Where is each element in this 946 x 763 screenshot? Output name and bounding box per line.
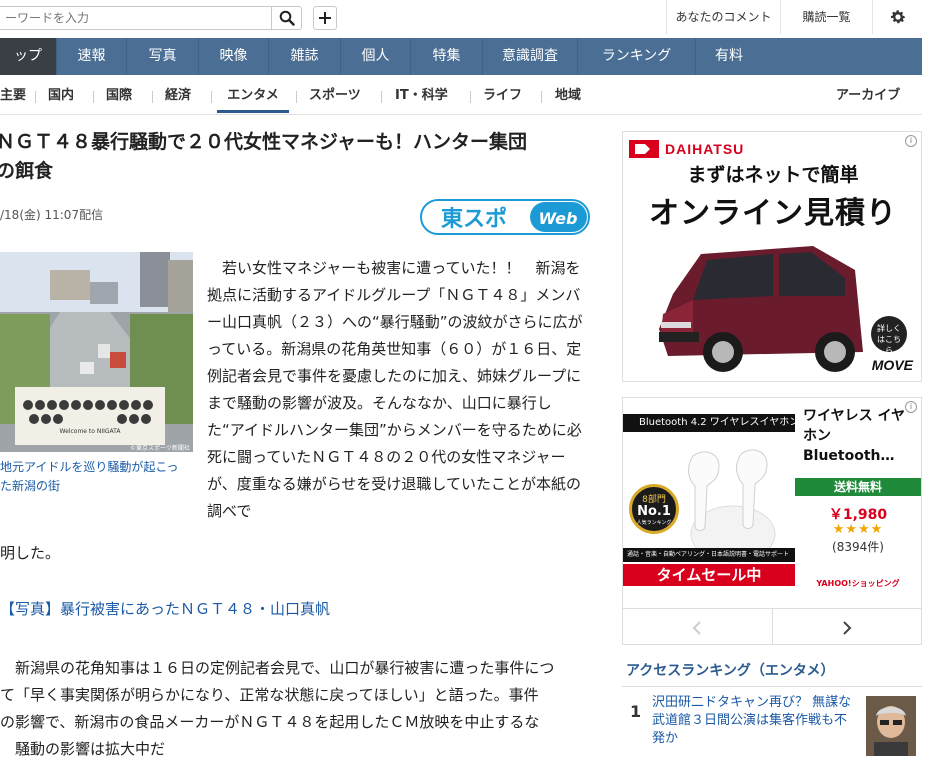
tab-sports[interactable]: スポーツ xyxy=(309,85,361,107)
model-logo: MOVE xyxy=(871,357,913,373)
tab-life[interactable]: ライフ xyxy=(483,85,522,107)
subscription-list-link[interactable]: 購読一覧 xyxy=(780,0,872,34)
separator xyxy=(93,91,94,103)
article-paragraph: 新潟県の花角知事は１６日の定例記者会見で、山口が暴行被害に遭った事件につ て「早… xyxy=(0,655,585,763)
access-ranking-title[interactable]: アクセスランキング（エンタメ） xyxy=(626,660,834,680)
gnav-item-photo[interactable]: 写真 xyxy=(127,38,199,75)
rating-stars: ★★★★ xyxy=(832,522,884,537)
photo-caption[interactable]: 地元アイドルを巡り騒動が起こった新潟の街 xyxy=(0,458,185,496)
paragraph-line: 騒動の影響は拡大中だ xyxy=(0,740,166,758)
svg-text:東スポ: 東スポ xyxy=(441,206,507,232)
tospo-web-logo: 東スポ Web xyxy=(420,199,590,235)
carousel-controls xyxy=(623,608,921,644)
ad-headline-1: まずはネットで簡単 xyxy=(687,164,859,186)
photo-credit: ©東京スポーツ新聞社 xyxy=(130,444,190,452)
publish-date: /18(金) 11:07配信 xyxy=(0,208,104,222)
search-input[interactable] xyxy=(0,6,272,30)
global-nav: ップ 速報 写真 映像 雑誌 個人 特集 意識調査 ランキング 有料 xyxy=(0,38,922,75)
article-photo[interactable]: Welcome to NIIGATA ©東京スポーツ新聞社 xyxy=(0,252,193,452)
gear-icon xyxy=(890,10,906,24)
separator xyxy=(296,91,297,103)
gnav-item-ranking[interactable]: ランキング xyxy=(578,38,696,75)
gnav-item-news[interactable]: 速報 xyxy=(57,38,127,75)
gnav-item-feature[interactable]: 特集 xyxy=(411,38,483,75)
ad-headline-2: オンライン見積り xyxy=(649,196,897,231)
article-title: ＮＧＴ４８暴行騒動で２０代女性マネジャーも！ハンター集団 の餌食 xyxy=(0,128,596,186)
tab-entertainment[interactable]: エンタメ xyxy=(217,85,289,113)
carousel-prev-button[interactable] xyxy=(623,609,773,644)
separator xyxy=(152,91,153,103)
separator xyxy=(211,91,212,103)
tab-it-science[interactable]: IT・科学 xyxy=(395,85,448,107)
gnav-item-top[interactable]: ップ xyxy=(0,38,57,75)
svg-text:Web: Web xyxy=(539,209,578,228)
ad-info-icon[interactable]: i xyxy=(905,135,917,147)
archive-link[interactable]: アーカイブ xyxy=(836,85,900,107)
headline-line: 武道館３日間公演は集客作戦も不 xyxy=(652,713,848,728)
rank-number: 1 xyxy=(630,702,642,721)
banner-top: Bluetooth 4.2 ワイヤレスイヤホン xyxy=(623,414,795,432)
brand-name: DAIHATSU xyxy=(665,141,745,157)
gnav-item-video[interactable]: 映像 xyxy=(199,38,269,75)
gnav-item-magazine[interactable]: 雑誌 xyxy=(269,38,341,75)
tab-economy[interactable]: 経済 xyxy=(165,85,191,107)
add-button[interactable] xyxy=(313,6,337,30)
chevron-left-icon xyxy=(692,621,701,635)
daihatsu-ad[interactable]: i DAIHATSU まずはネットで簡単 オンライン見積り 詳しくはこちら MO… xyxy=(622,131,922,382)
headline-line: 沢田研二ドタキャン再び？ 無謀な xyxy=(652,695,852,710)
product-image: Bluetooth 4.2 ワイヤレスイヤホン 8部門 No.1 人気ランキング… xyxy=(623,414,795,586)
title-line-2: の餌食 xyxy=(0,160,54,182)
plus-icon xyxy=(319,12,331,24)
settings-button[interactable] xyxy=(872,0,922,34)
earphone-ad[interactable]: i Bluetooth 4.2 ワイヤレスイヤホン 8部門 No.1 人気ランキ… xyxy=(622,397,922,645)
paragraph-line: の影響で、新潟市の食品メーカーがＮＧＴ４８を起用したＣＭ放映を中止するな xyxy=(0,713,540,731)
daihatsu-logo: DAIHATSU xyxy=(629,139,744,159)
article-lead-tail: 明した。 xyxy=(0,544,61,562)
tab-local[interactable]: 地域 xyxy=(555,85,581,107)
tab-domestic[interactable]: 国内 xyxy=(48,85,74,107)
separator xyxy=(381,91,382,103)
paragraph-line: て「早く事実関係が明らかになり、正常な状態に戻ってほしい」と語った。事件 xyxy=(0,686,539,704)
gnav-item-individual[interactable]: 個人 xyxy=(341,38,411,75)
photo-sign-text: Welcome to NIIGATA xyxy=(60,428,122,435)
rank-badge-main: No.1 xyxy=(637,504,671,519)
top-bar: あなたのコメント 購読一覧 xyxy=(0,0,946,38)
niigata-street-photo: Welcome to NIIGATA ©東京スポーツ新聞社 xyxy=(0,252,193,452)
rank-badge: 8部門 No.1 人気ランキング xyxy=(629,484,679,534)
tab-international[interactable]: 国際 xyxy=(106,85,132,107)
product-title[interactable]: ワイヤレス イヤホン Bluetooth… xyxy=(803,406,915,466)
separator xyxy=(470,91,471,103)
detail-badge[interactable]: 詳しくはこちら xyxy=(871,316,907,355)
daihatsu-mark-icon xyxy=(629,140,659,158)
tab-major[interactable]: 主要 xyxy=(0,85,26,107)
photo-gallery-link[interactable]: 【写真】暴行被害にあったＮＧＴ４８・山口真帆 xyxy=(0,598,330,619)
separator xyxy=(541,91,542,103)
shipping-badge: 送料無料 xyxy=(795,478,921,496)
article-lead: 若い女性マネジャーも被害に遭っていた！！ 新潟を拠点に活動するアイドルグループ「… xyxy=(207,259,583,520)
price: ￥1,980 xyxy=(828,507,888,523)
chevron-right-icon xyxy=(843,621,852,635)
gnav-item-paid[interactable]: 有料 xyxy=(696,38,762,75)
paragraph-line: 新潟県の花角知事は１６日の定例記者会見で、山口が暴行被害に遭った事件につ xyxy=(0,659,555,677)
carousel-next-button[interactable] xyxy=(773,609,921,644)
category-nav: 主要 国内 国際 経済 エンタメ スポーツ IT・科学 ライフ 地域 アーカイブ xyxy=(0,75,922,115)
rank-badge-sub: 人気ランキング xyxy=(636,520,672,526)
rank-thumbnail xyxy=(866,696,916,756)
ranking-item[interactable]: 1 沢田研二ドタキャン再び？ 無謀な 武道館３日間公演は集客作戦も不 発か xyxy=(622,692,922,756)
search-icon xyxy=(279,10,295,26)
feature-strip: 通話・音楽・自動ペアリング・日本語説明書・電話サポート xyxy=(623,548,795,562)
rank-headline[interactable]: 沢田研二ドタキャン再び？ 無謀な 武道館３日間公演は集客作戦も不 発か xyxy=(652,694,862,748)
review-count: (8394件) xyxy=(832,540,884,554)
headline-line: 発か xyxy=(652,731,679,746)
source-logo[interactable]: 東スポ Web xyxy=(420,199,590,235)
shop-logo: YAHOO!ショッピング xyxy=(816,579,900,588)
my-comments-link[interactable]: あなたのコメント xyxy=(666,0,780,34)
gnav-item-survey[interactable]: 意識調査 xyxy=(483,38,578,75)
divider xyxy=(622,686,922,687)
search-button[interactable] xyxy=(272,6,302,30)
sale-banner: タイムセール中 xyxy=(623,564,795,586)
title-line-1: ＮＧＴ４８暴行騒動で２０代女性マネジャーも！ハンター集団 xyxy=(0,131,528,153)
separator xyxy=(35,91,36,103)
